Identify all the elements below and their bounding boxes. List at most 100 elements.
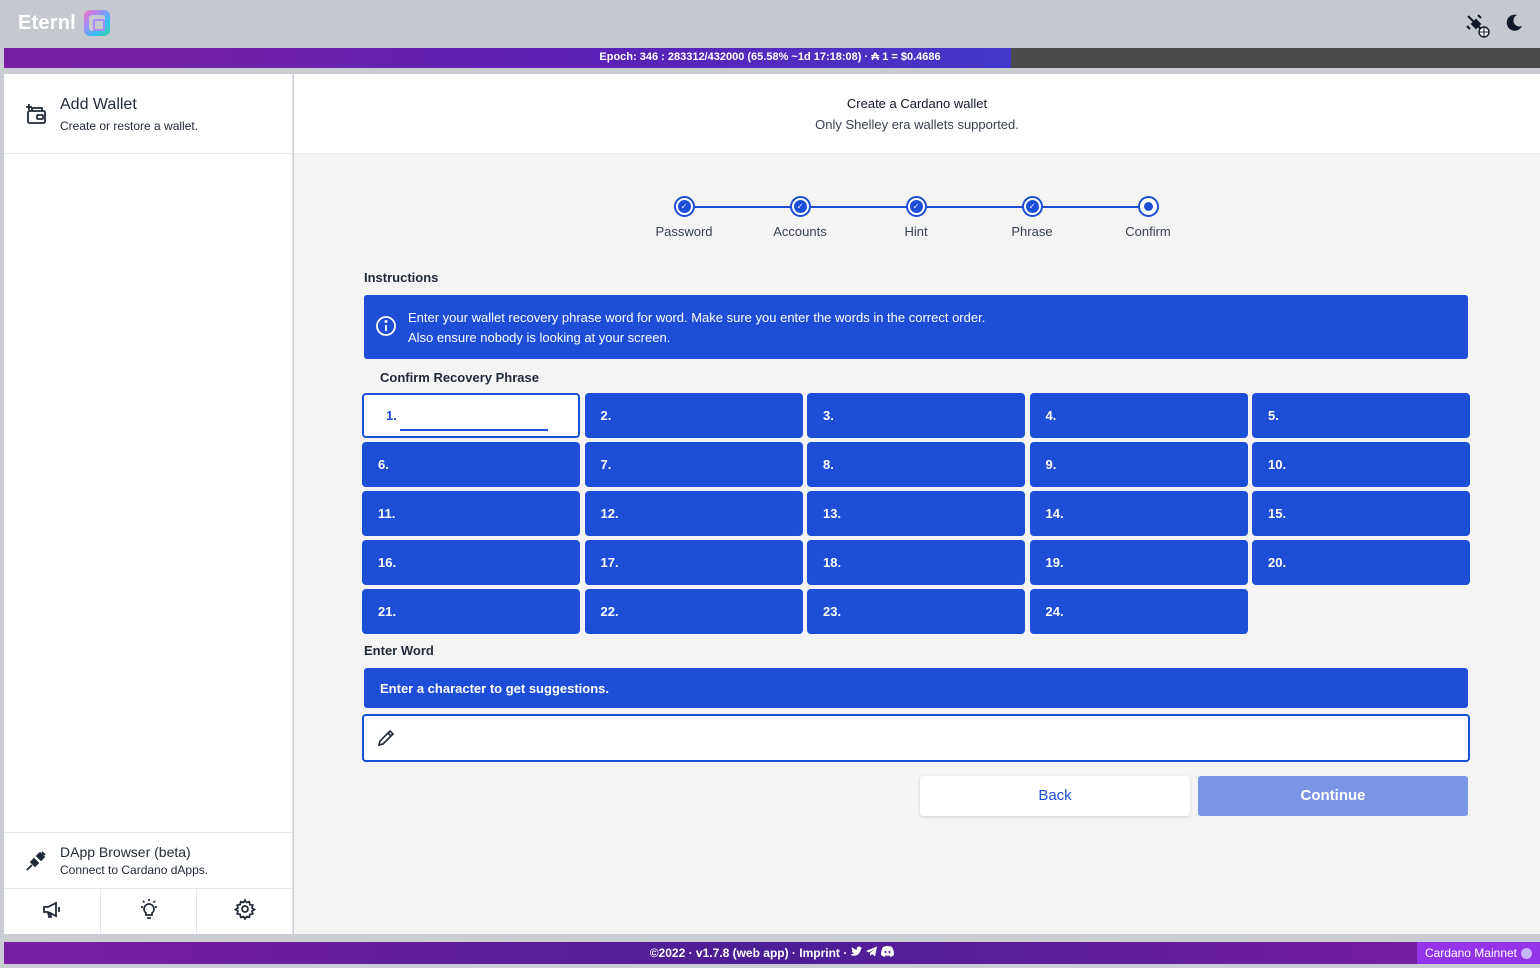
recovery-word-slot[interactable]: 10. bbox=[1252, 442, 1470, 487]
recovery-word-slot[interactable]: 14. bbox=[1029, 491, 1248, 536]
recovery-word-slot[interactable]: 15. bbox=[1252, 491, 1470, 536]
recovery-word-slot[interactable]: 16. bbox=[362, 540, 580, 585]
enter-word-input[interactable] bbox=[408, 726, 1448, 750]
announcements-button[interactable] bbox=[4, 889, 101, 934]
step-complete-icon: ✓ bbox=[1021, 196, 1043, 217]
lightbulb-icon bbox=[138, 898, 160, 925]
network-badge[interactable]: Cardano Mainnet bbox=[1416, 942, 1540, 964]
recovery-word-slot[interactable]: 18. bbox=[807, 540, 1025, 585]
word-slot-number: 24. bbox=[1045, 604, 1064, 619]
tips-button[interactable] bbox=[101, 889, 198, 934]
word-slot-number: 21. bbox=[378, 604, 397, 619]
twitter-icon[interactable] bbox=[850, 946, 866, 960]
step-label: Hint bbox=[904, 224, 928, 239]
recovery-word-slot[interactable]: 19. bbox=[1029, 540, 1248, 585]
network-status-icon[interactable] bbox=[1464, 12, 1490, 38]
add-wallet-icon bbox=[24, 102, 48, 126]
word-slot-number: 5. bbox=[1268, 408, 1279, 423]
footer-text: ©2022 · v1.7.8 (web app) · Imprint · bbox=[649, 946, 848, 960]
add-wallet-title: Add Wallet bbox=[60, 96, 137, 113]
top-bar: Eternl bbox=[0, 0, 1540, 48]
megaphone-icon bbox=[41, 898, 63, 925]
enter-word-heading: Enter Word bbox=[364, 643, 434, 658]
step-password: ✓ Password bbox=[639, 196, 729, 239]
recovery-word-slot[interactable]: 20. bbox=[1252, 540, 1470, 585]
word-slot-number: 13. bbox=[823, 506, 842, 521]
page-title: Create a Cardano wallet bbox=[846, 96, 988, 111]
pencil-icon bbox=[376, 728, 396, 748]
recovery-word-slot[interactable]: 3. bbox=[807, 393, 1025, 438]
app-name: Eternl bbox=[18, 11, 76, 34]
step-confirm: Confirm bbox=[1103, 196, 1193, 239]
add-wallet-item[interactable]: Add Wallet Create or restore a wallet. bbox=[4, 74, 293, 154]
info-icon bbox=[375, 315, 397, 337]
page-subtitle: Only Shelley era wallets supported. bbox=[815, 117, 1019, 132]
main-content: Create a Cardano wallet Only Shelley era… bbox=[294, 74, 1540, 934]
instructions-box: Enter your wallet recovery phrase word f… bbox=[364, 295, 1468, 359]
back-button[interactable]: Back bbox=[920, 776, 1190, 816]
recovery-word-slot[interactable]: 8. bbox=[807, 442, 1025, 487]
word-slot-number: 8. bbox=[823, 457, 834, 472]
recovery-word-slot[interactable]: 24. bbox=[1029, 589, 1248, 634]
sidebar-bottom-buttons bbox=[4, 888, 293, 934]
instructions-heading: Instructions bbox=[364, 270, 439, 285]
app-logo[interactable]: Eternl bbox=[18, 10, 110, 36]
settings-button[interactable] bbox=[197, 889, 293, 934]
word-slot-number: 22. bbox=[600, 604, 619, 619]
logo-icon bbox=[83, 10, 110, 36]
enter-word-field[interactable] bbox=[362, 714, 1470, 762]
step-complete-icon: ✓ bbox=[789, 196, 811, 217]
recovery-word-slot[interactable]: 4. bbox=[1029, 393, 1248, 438]
recovery-word-slot[interactable]: 9. bbox=[1029, 442, 1248, 487]
plug-icon bbox=[24, 849, 48, 873]
network-name: Cardano Mainnet bbox=[1424, 946, 1517, 960]
recovery-word-slot[interactable]: 2. bbox=[584, 393, 803, 438]
page-header: Create a Cardano wallet Only Shelley era… bbox=[294, 74, 1540, 154]
word-slot-number: 15. bbox=[1268, 506, 1287, 521]
footer-info: ©2022 · v1.7.8 (web app) · Imprint · bbox=[4, 946, 1540, 960]
word-slot-number: 17. bbox=[600, 555, 619, 570]
word-slot-input-line bbox=[400, 429, 548, 431]
recovery-word-slot[interactable]: 5. bbox=[1252, 393, 1470, 438]
word-slot-number: 1. bbox=[386, 408, 397, 423]
step-hint: ✓ Hint bbox=[871, 196, 961, 239]
wizard-stepper: ✓ Password ✓ Accounts ✓ Hint ✓ Phrase Co… bbox=[649, 196, 1179, 246]
dark-mode-icon[interactable] bbox=[1503, 12, 1527, 36]
recovery-word-slot[interactable]: 22. bbox=[584, 589, 803, 634]
word-slot-number: 18. bbox=[823, 555, 842, 570]
step-phrase: ✓ Phrase bbox=[987, 196, 1077, 239]
dapp-browser-item[interactable]: DApp Browser (beta) Connect to Cardano d… bbox=[4, 832, 293, 888]
recovery-word-slot[interactable]: 7. bbox=[584, 442, 803, 487]
word-slot-number: 19. bbox=[1045, 555, 1064, 570]
recovery-word-slot[interactable]: 21. bbox=[362, 589, 580, 634]
recovery-word-slot[interactable]: 23. bbox=[807, 589, 1025, 634]
word-slot-number: 20. bbox=[1268, 555, 1287, 570]
dapp-browser-title: DApp Browser (beta) bbox=[60, 844, 191, 860]
word-slot-number: 23. bbox=[823, 604, 842, 619]
discord-icon[interactable] bbox=[881, 946, 895, 960]
step-label: Phrase bbox=[1011, 224, 1053, 239]
suggestions-text: Enter a character to get suggestions. bbox=[380, 681, 610, 696]
recovery-word-slot[interactable]: 12. bbox=[584, 491, 803, 536]
footer-bar: ©2022 · v1.7.8 (web app) · Imprint · Car… bbox=[4, 942, 1540, 964]
instructions-line-2: Also ensure nobody is looking at your sc… bbox=[408, 330, 671, 345]
telegram-icon[interactable] bbox=[865, 946, 881, 960]
recovery-word-slot[interactable]: 17. bbox=[584, 540, 803, 585]
word-slot-number: 2. bbox=[600, 408, 612, 423]
word-slot-number: 16. bbox=[378, 555, 397, 570]
recovery-word-slot[interactable]: 11. bbox=[362, 491, 580, 536]
continue-button[interactable]: Continue bbox=[1198, 776, 1468, 816]
word-slot-number: 14. bbox=[1045, 506, 1064, 521]
word-slot-number: 6. bbox=[378, 457, 389, 472]
suggestions-box: Enter a character to get suggestions. bbox=[364, 668, 1468, 708]
add-wallet-subtitle: Create or restore a wallet. bbox=[60, 119, 199, 133]
word-slot-number: 4. bbox=[1045, 408, 1057, 423]
recovery-word-slot[interactable]: 1. bbox=[362, 393, 580, 438]
recovery-word-slot[interactable]: 13. bbox=[807, 491, 1025, 536]
recovery-word-slot[interactable]: 6. bbox=[362, 442, 580, 487]
word-slot-number: 9. bbox=[1045, 457, 1057, 472]
sidebar: Add Wallet Create or restore a wallet. D… bbox=[4, 74, 293, 934]
step-complete-icon: ✓ bbox=[905, 196, 927, 217]
word-slot-number: 11. bbox=[378, 506, 396, 521]
gear-icon bbox=[234, 898, 257, 925]
